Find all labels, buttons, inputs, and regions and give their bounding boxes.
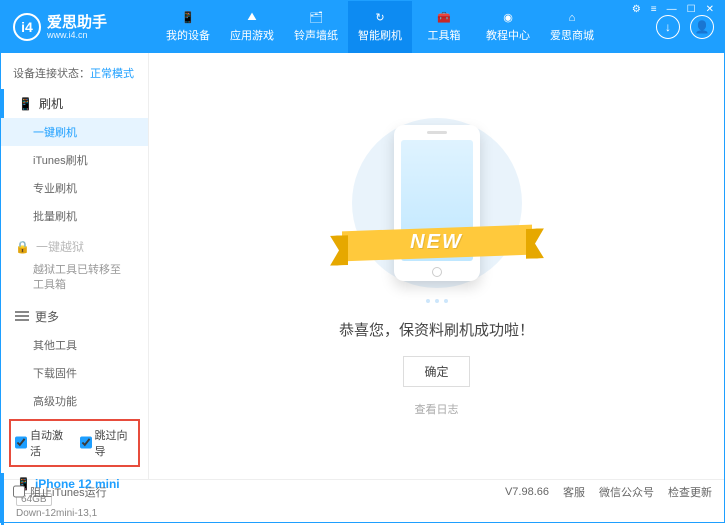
view-log-link[interactable]: 查看日志 [415,401,459,417]
jailbreak-note: 越狱工具已转移至 工具箱 [1,261,148,300]
nav-label: 工具箱 [428,27,461,43]
nav-icon: 🧰 [437,11,451,24]
nav-icon: ↻ [375,11,384,24]
logo: i4 爱思助手 www.i4.cn [1,13,156,41]
nav-icon: ⌂ [569,12,576,24]
section-flash[interactable]: 📱 刷机 [1,89,148,118]
nav-0[interactable]: 📱 我的设备 [156,1,220,53]
nav-label: 应用游戏 [230,27,274,43]
sidebar-flash-item[interactable]: iTunes刷机 [1,146,148,174]
sidebar-flash-item[interactable]: 专业刷机 [1,174,148,202]
nav-label: 智能刷机 [358,27,402,43]
sidebar-flash-item[interactable]: 批量刷机 [1,202,148,230]
wechat-link[interactable]: 微信公众号 [599,484,654,500]
nav-icon: ⛰ [247,11,256,24]
skip-guide-checkbox[interactable]: 跳过向导 [80,427,135,459]
window-controls: ⚙ ≡ — ☐ ✕ [629,4,717,15]
nav-icon: 🗂 [309,11,323,24]
block-itunes-checkbox[interactable]: 阻止iTunes运行 [13,484,107,500]
app-title: 爱思助手 [47,15,107,30]
ok-button[interactable]: 确定 [403,356,469,387]
nav-icon: 📱 [181,11,195,24]
nav-5[interactable]: ◉ 教程中心 [476,1,540,53]
main-panel: NEW 恭喜您，保资料刷机成功啦！ 确定 查看日志 [149,53,724,479]
section-jailbreak[interactable]: 🔒 一键越狱 [1,232,148,261]
device-detail: Down-12mini-13,1 [16,508,136,519]
new-ribbon: NEW [410,231,463,254]
menu-icon[interactable]: ≡ [648,4,660,15]
success-message: 恭喜您，保资料刷机成功啦！ [339,319,534,340]
nav-icon: ◉ [503,11,513,24]
success-illustration: NEW [322,116,552,291]
main-nav: 📱 我的设备 ⛰ 应用游戏 🗂 铃声墙纸 ↻ 智能刷机 🧰 工具箱 ◉ 教程中心 ⌂ 爱思商城 [156,1,656,53]
check-update-link[interactable]: 检查更新 [668,484,712,500]
version-label: V7.98.66 [505,486,549,498]
nav-label: 教程中心 [486,27,530,43]
user-button[interactable]: 👤 [690,15,714,39]
decorative-dots [426,299,448,303]
menu-lines-icon [15,309,29,323]
app-url: www.i4.cn [47,30,107,40]
sidebar: 设备连接状态：正常模式 📱 刷机 一键刷机iTunes刷机专业刷机批量刷机 🔒 … [1,53,149,479]
sidebar-more-item[interactable]: 其他工具 [1,331,148,359]
nav-3[interactable]: ↻ 智能刷机 [348,1,412,53]
nav-6[interactable]: ⌂ 爱思商城 [540,1,604,53]
nav-label: 铃声墙纸 [294,27,338,43]
close-icon[interactable]: ✕ [703,4,717,15]
sidebar-more-item[interactable]: 高级功能 [1,387,148,415]
auto-activate-checkbox[interactable]: 自动激活 [15,427,70,459]
nav-label: 爱思商城 [550,27,594,43]
title-bar: i4 爱思助手 www.i4.cn 📱 我的设备 ⛰ 应用游戏 🗂 铃声墙纸 ↻ 智能刷机 🧰 工… [1,1,724,53]
connection-status: 设备连接状态：正常模式 [1,61,148,89]
nav-4[interactable]: 🧰 工具箱 [412,1,476,53]
section-more[interactable]: 更多 [1,302,148,331]
minimize-icon[interactable]: — [664,4,680,15]
customer-service-link[interactable]: 客服 [563,484,585,500]
sidebar-flash-item[interactable]: 一键刷机 [1,118,148,146]
logo-badge: i4 [13,13,41,41]
nav-label: 我的设备 [166,27,210,43]
options-box: 自动激活 跳过向导 [9,419,140,467]
nav-1[interactable]: ⛰ 应用游戏 [220,1,284,53]
maximize-icon[interactable]: ☐ [684,4,699,15]
nav-2[interactable]: 🗂 铃声墙纸 [284,1,348,53]
download-button[interactable]: ↓ [656,15,680,39]
skin-icon[interactable]: ⚙ [629,4,644,15]
lock-icon: 🔒 [15,240,30,254]
sidebar-more-item[interactable]: 下载固件 [1,359,148,387]
phone-icon: 📱 [18,97,33,111]
